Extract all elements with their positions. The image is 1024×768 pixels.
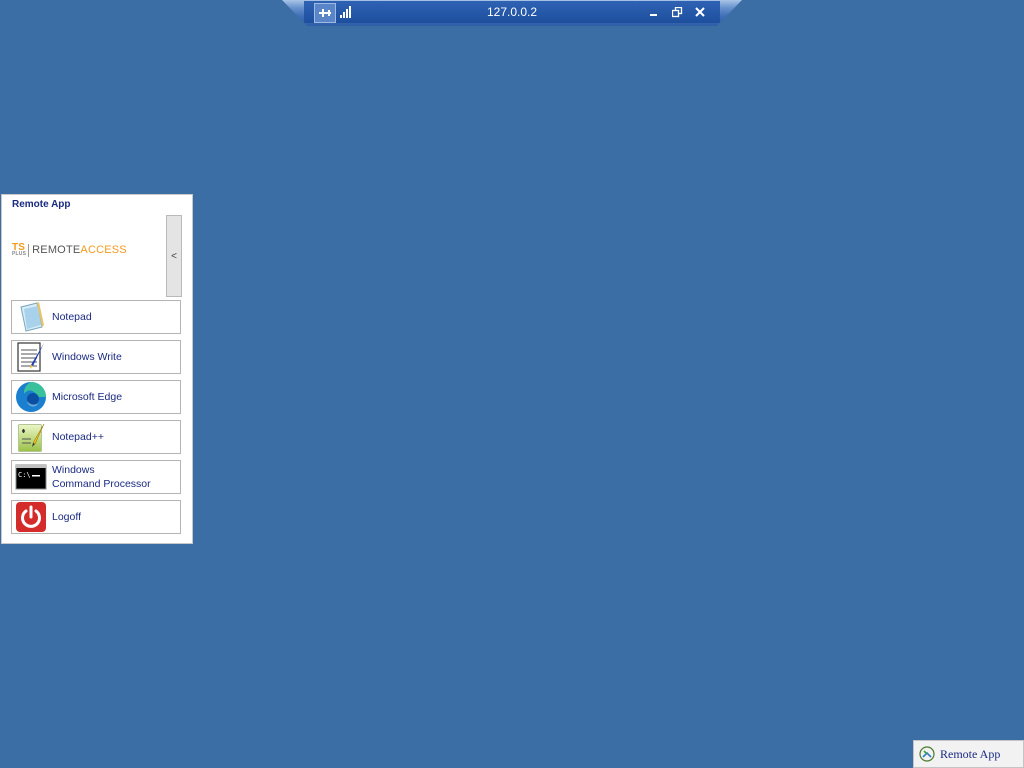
power-icon <box>15 501 47 533</box>
taskbar-remote-app[interactable]: Remote App <box>913 740 1024 768</box>
svg-text:C:\: C:\ <box>18 471 31 479</box>
restore-icon[interactable] <box>668 3 686 21</box>
collapse-panel-button[interactable]: < <box>166 215 182 297</box>
logo-plus-text: PLUS <box>12 251 27 257</box>
tsplus-logo: TS PLUS REMOTE ACCESS <box>12 243 138 257</box>
logo-separator <box>28 243 30 257</box>
app-list: Notepad Windows Write Microsoft Edge Not… <box>11 300 181 540</box>
app-windows-write-button[interactable]: Windows Write <box>11 340 181 374</box>
notepadpp-icon <box>15 421 47 453</box>
logo-ts: TS PLUS <box>12 243 26 257</box>
edge-icon <box>15 381 47 413</box>
app-label: Windows Command Processor <box>52 463 151 491</box>
app-logoff-button[interactable]: Logoff <box>11 500 181 534</box>
remote-app-panel: Remote App TS PLUS REMOTE ACCESS < Notep… <box>1 194 193 544</box>
app-label: Windows Write <box>52 351 122 363</box>
app-notepadpp-button[interactable]: Notepad++ <box>11 420 181 454</box>
minimize-icon[interactable] <box>645 3 663 21</box>
logo-remote-text: REMOTE <box>32 244 81 256</box>
app-notepad-button[interactable]: Notepad <box>11 300 181 334</box>
app-label-line1: Windows <box>52 464 95 476</box>
notepad-icon <box>15 301 47 333</box>
collapse-label: < <box>171 250 177 262</box>
panel-title: Remote App <box>12 199 71 210</box>
app-label: Microsoft Edge <box>52 391 123 403</box>
app-command-processor-button[interactable]: C:\ Windows Command Processor <box>11 460 181 494</box>
wordpad-icon <box>15 341 47 373</box>
close-icon[interactable] <box>691 3 709 21</box>
connection-bar: 127.0.0.2 <box>282 0 742 26</box>
app-label: Notepad <box>52 311 92 323</box>
cmd-icon: C:\ <box>15 461 47 493</box>
taskbar-label: Remote App <box>940 746 1001 761</box>
app-label: Logoff <box>52 511 82 523</box>
app-microsoft-edge-button[interactable]: Microsoft Edge <box>11 380 181 414</box>
remote-app-icon <box>919 746 935 762</box>
app-label: Notepad++ <box>52 431 104 443</box>
logo-access-text: ACCESS <box>80 244 127 256</box>
app-label-line2: Command Processor <box>52 478 151 490</box>
